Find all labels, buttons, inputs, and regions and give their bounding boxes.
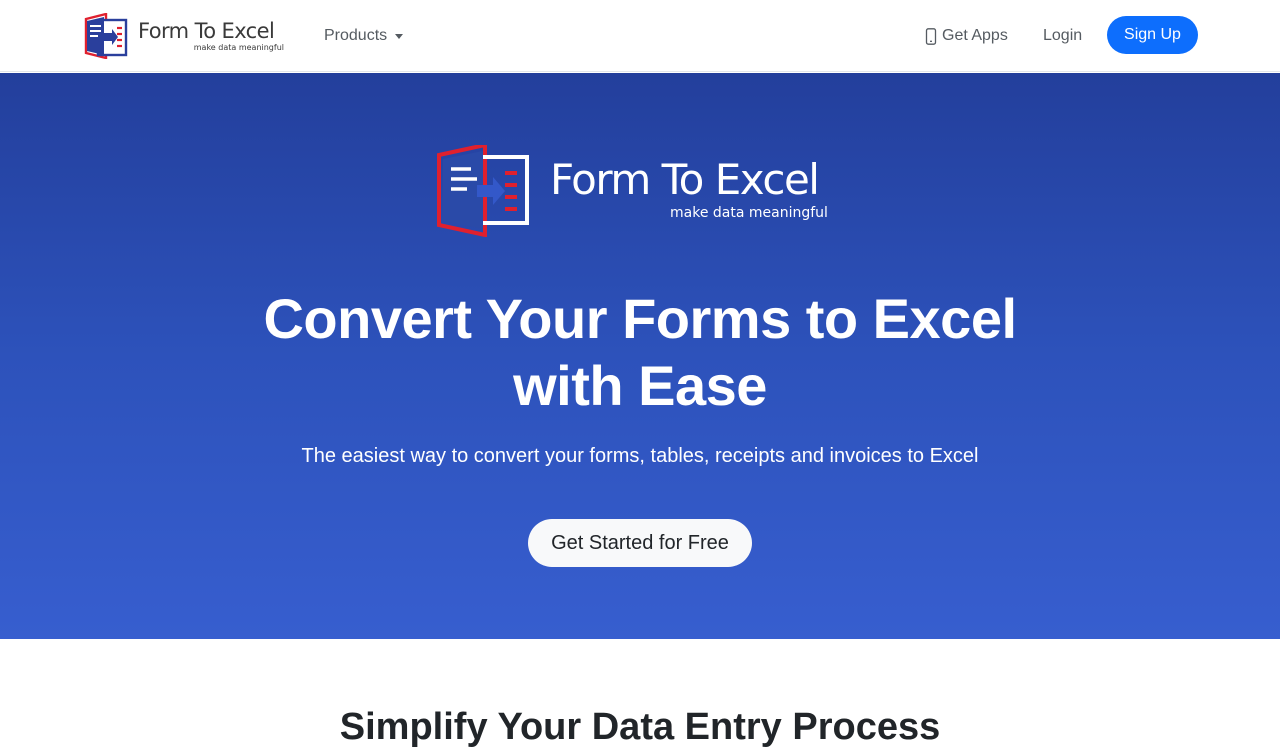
chevron-down-icon xyxy=(395,34,404,39)
navbar: Form To Excel make data meaningful Produ… xyxy=(0,0,1280,72)
hero-title-line-1: Convert Your Forms to Excel xyxy=(263,287,1017,350)
hero-subtitle: The easiest way to convert your forms, t… xyxy=(301,445,979,467)
hero-title-line-2: with Ease xyxy=(513,354,767,417)
hero-section: Form To Excel make data meaningful Conve… xyxy=(0,73,1280,639)
products-label: Products xyxy=(324,27,388,44)
sign-up-button[interactable]: Sign Up xyxy=(1107,16,1198,54)
brand-tagline: make data meaningful xyxy=(193,43,284,52)
hero-logo-name: Form To Excel xyxy=(550,155,820,204)
brand-name: Form To Excel xyxy=(138,19,275,43)
hero-title: Convert Your Forms to Excel with Ease xyxy=(240,285,1040,419)
form-to-excel-logo-icon xyxy=(437,145,529,237)
products-dropdown[interactable]: Products xyxy=(324,24,404,48)
hero-logo: Form To Excel make data meaningful xyxy=(437,145,847,237)
get-apps-link[interactable]: Get Apps xyxy=(925,24,1008,48)
section-heading: Simplify Your Data Entry Process xyxy=(339,706,941,748)
hero-logo-tagline: make data meaningful xyxy=(670,205,828,221)
get-apps-label: Get Apps xyxy=(942,27,1008,44)
form-to-excel-logo-icon xyxy=(84,13,128,59)
get-started-button[interactable]: Get Started for Free xyxy=(528,519,752,567)
mobile-phone-icon xyxy=(925,27,937,45)
brand-logo-link[interactable]: Form To Excel make data meaningful xyxy=(82,13,286,59)
login-link[interactable]: Login xyxy=(1043,24,1082,48)
